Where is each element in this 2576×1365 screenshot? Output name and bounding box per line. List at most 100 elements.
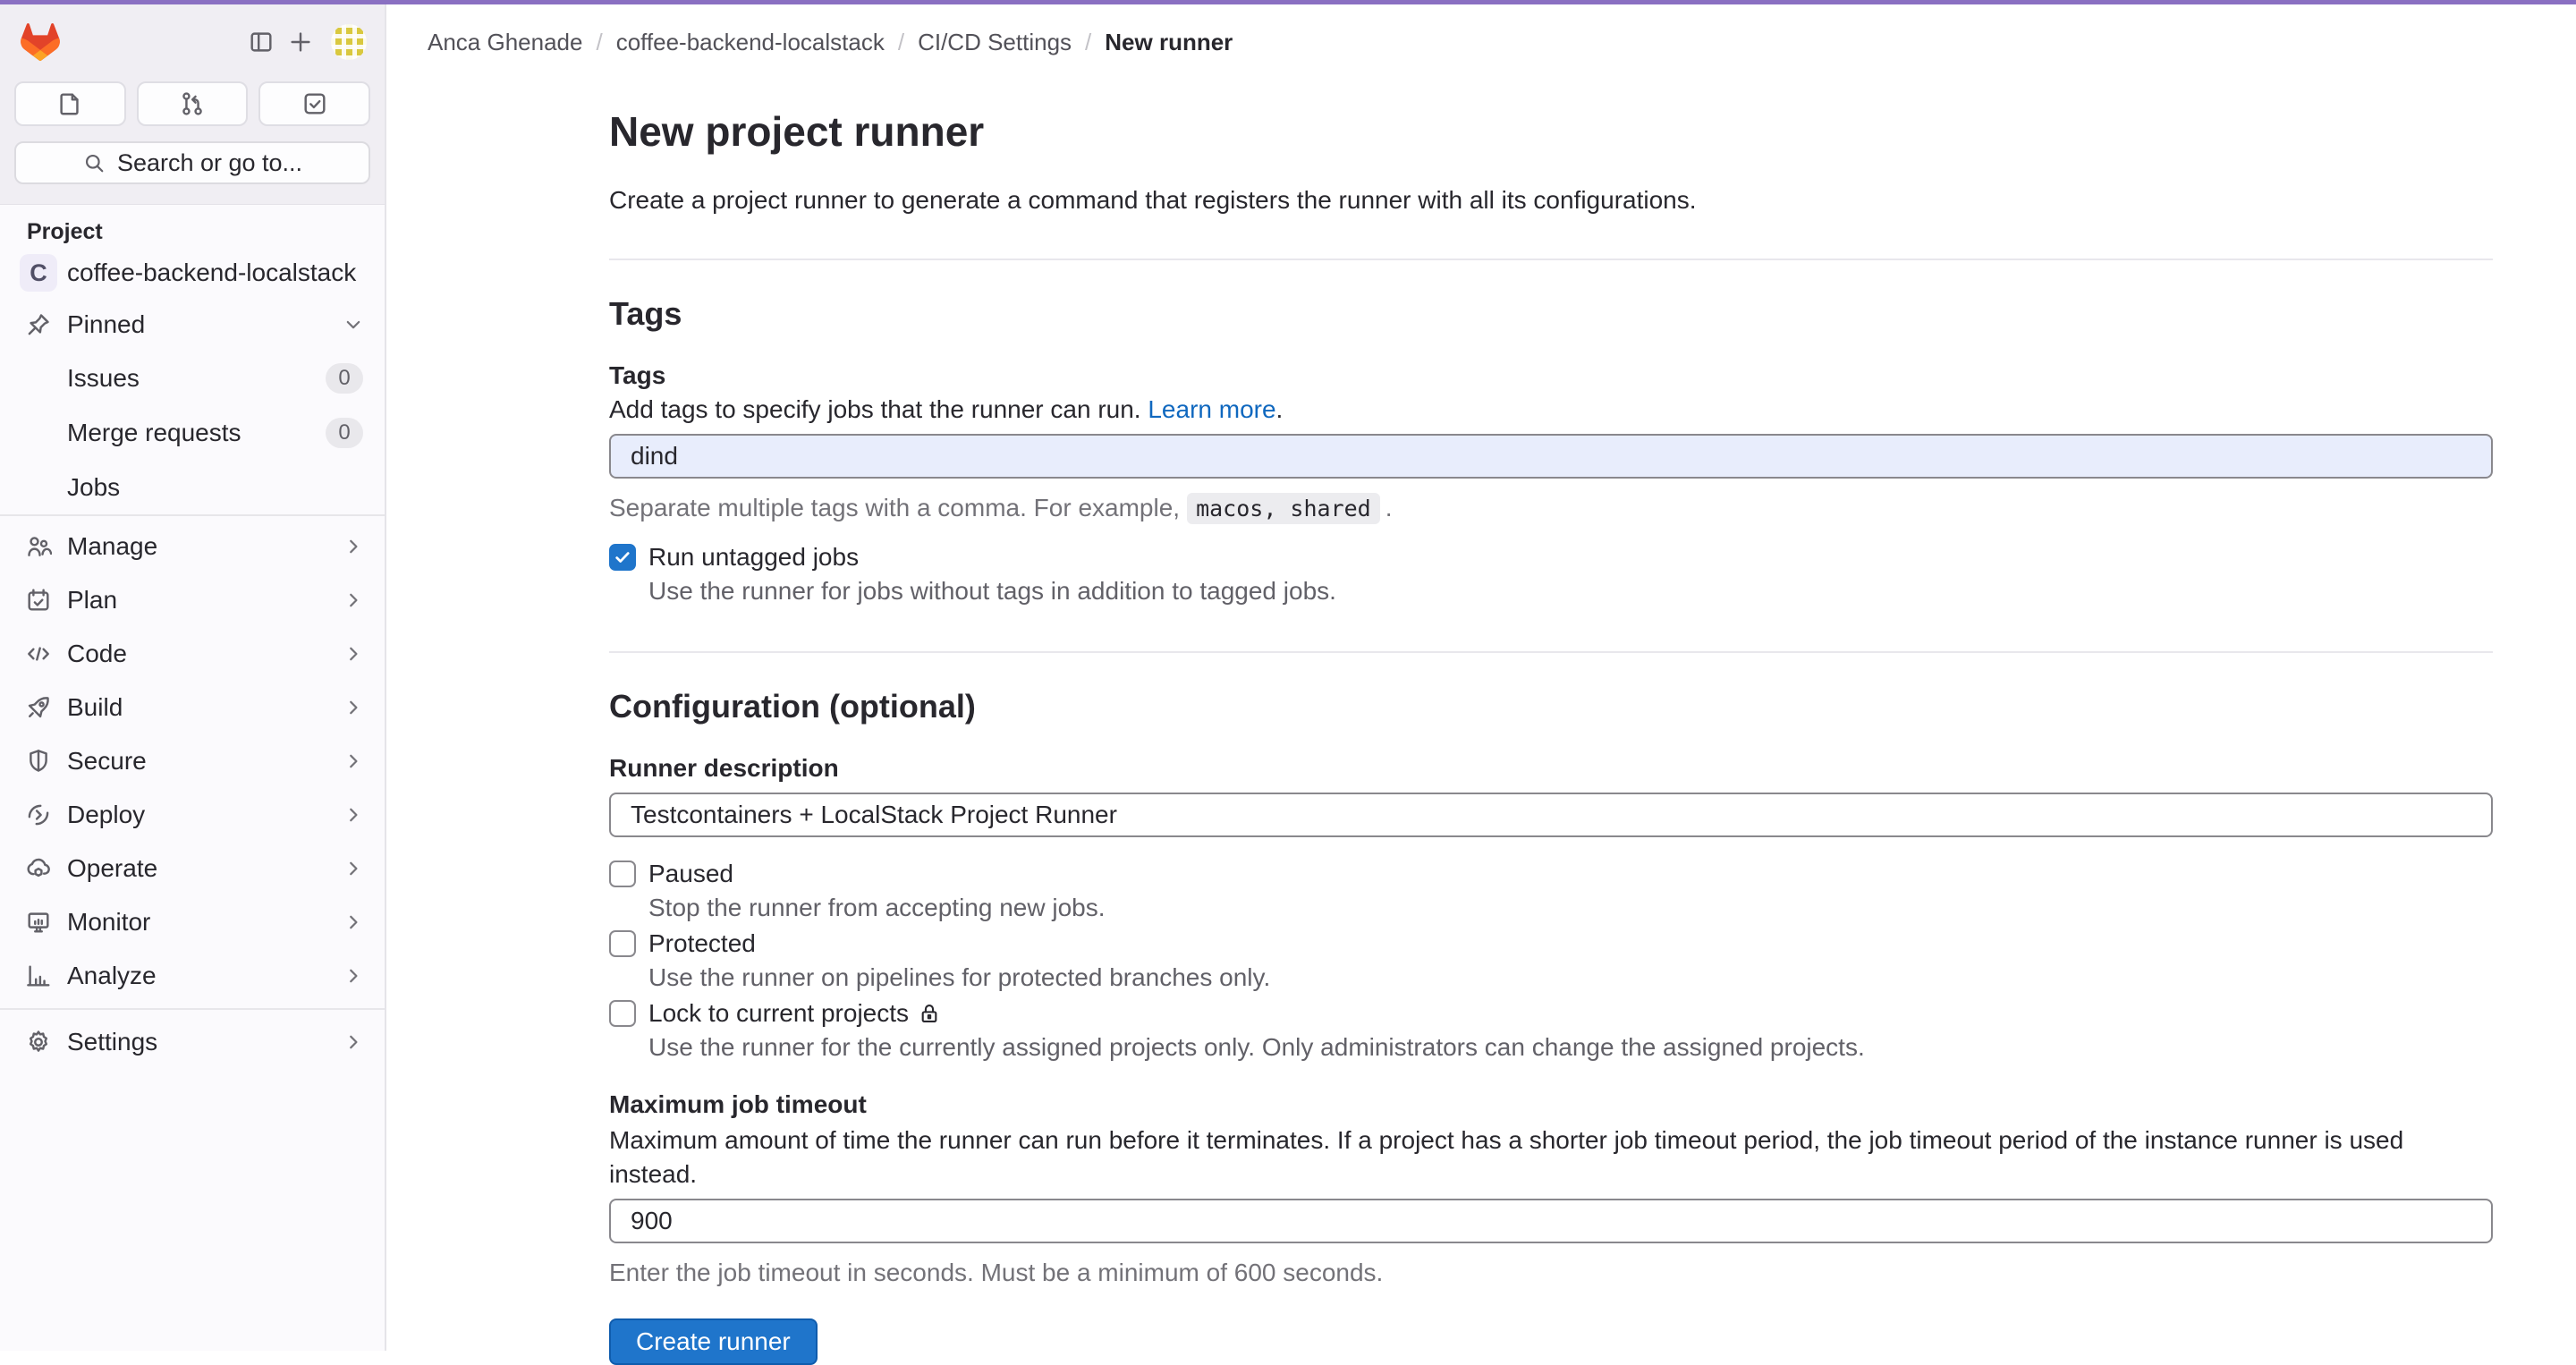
chevron-right-icon <box>343 966 363 986</box>
protected-checkbox-row: Protected <box>609 927 2493 961</box>
sidebar-item-jobs[interactable]: Jobs <box>0 460 385 514</box>
protected-label[interactable]: Protected <box>648 927 756 961</box>
issues-shortcut-button[interactable] <box>14 81 126 126</box>
gitlab-logo[interactable] <box>18 21 63 64</box>
chevron-right-icon <box>343 537 363 556</box>
paused-checkbox[interactable] <box>609 861 636 887</box>
chevron-right-icon <box>343 698 363 717</box>
sidebar-item-monitor[interactable]: Monitor <box>0 895 385 949</box>
tags-example-code: macos, shared <box>1187 493 1380 524</box>
merge-request-icon <box>179 90 206 117</box>
timeout-description: Maximum amount of time the runner can ru… <box>609 1123 2493 1191</box>
collapse-sidebar-icon[interactable] <box>242 22 281 62</box>
divider <box>609 259 2493 260</box>
super-sidebar: Search or go to... Project C coffee-back… <box>0 4 386 1351</box>
sidebar-item-label: Analyze <box>67 962 157 990</box>
sidebar-item-build[interactable]: Build <box>0 681 385 734</box>
paused-checkbox-row: Paused <box>609 857 2493 891</box>
sidebar-item-plan[interactable]: Plan <box>0 573 385 627</box>
plus-icon[interactable] <box>281 22 320 62</box>
divider <box>0 1008 385 1010</box>
breadcrumb-separator: / <box>898 29 904 56</box>
page-title: New project runner <box>609 105 2493 158</box>
lock-icon <box>918 1002 941 1025</box>
breadcrumb-current: New runner <box>1105 29 1233 56</box>
protected-checkbox[interactable] <box>609 930 636 957</box>
project-avatar: C <box>20 254 57 292</box>
sidebar-item-analyze[interactable]: Analyze <box>0 949 385 1003</box>
timeout-input[interactable] <box>609 1199 2493 1243</box>
main-content: Anca Ghenade / coffee-backend-localstack… <box>388 4 2576 1351</box>
todo-done-icon <box>301 90 328 117</box>
runner-description-input[interactable] <box>609 793 2493 837</box>
paused-description: Stop the runner from accepting new jobs. <box>648 891 2493 925</box>
search-input[interactable]: Search or go to... <box>14 141 370 184</box>
merge-requests-shortcut-button[interactable] <box>137 81 249 126</box>
chevron-right-icon <box>343 912 363 932</box>
sidebar-item-settings[interactable]: Settings <box>0 1015 385 1069</box>
sidebar-item-label: Plan <box>67 586 117 615</box>
run-untagged-label[interactable]: Run untagged jobs <box>648 540 859 574</box>
code-icon <box>20 640 57 667</box>
users-icon <box>20 533 57 560</box>
sidebar-header: Search or go to... <box>0 4 385 205</box>
breadcrumb-link-project[interactable]: coffee-backend-localstack <box>616 29 885 56</box>
sidebar-item-code[interactable]: Code <box>0 627 385 681</box>
tags-help-text: Add tags to specify jobs that the runner… <box>609 393 2493 427</box>
tags-hint: Separate multiple tags with a comma. For… <box>609 491 2493 526</box>
breadcrumb-link-cicd-settings[interactable]: CI/CD Settings <box>918 29 1072 56</box>
sidebar-item-label: Secure <box>67 747 147 776</box>
lock-description: Use the runner for the currently assigne… <box>648 1030 2493 1064</box>
chevron-right-icon <box>343 805 363 825</box>
sidebar-item-project[interactable]: C coffee-backend-localstack <box>0 247 385 299</box>
chevron-down-icon <box>343 315 363 335</box>
tags-input[interactable] <box>609 434 2493 479</box>
user-avatar[interactable] <box>331 24 367 60</box>
issues-count-badge: 0 <box>326 363 363 394</box>
timeout-hint: Enter the job timeout in seconds. Must b… <box>609 1256 2493 1290</box>
protected-description: Use the runner on pipelines for protecte… <box>648 961 2493 995</box>
cloud-pod-icon <box>20 855 57 882</box>
sidebar-item-pinned[interactable]: Pinned <box>0 299 385 351</box>
run-untagged-checkbox-row: Run untagged jobs <box>609 540 2493 574</box>
monitor-icon <box>20 909 57 936</box>
lock-checkbox[interactable] <box>609 1000 636 1027</box>
sidebar-item-operate[interactable]: Operate <box>0 842 385 895</box>
learn-more-link[interactable]: Learn more <box>1148 395 1275 423</box>
run-untagged-checkbox[interactable] <box>609 544 636 571</box>
paused-label[interactable]: Paused <box>648 857 733 891</box>
calendar-icon <box>20 587 57 614</box>
sidebar-section-label: Project <box>27 219 385 245</box>
tags-field-label: Tags <box>609 359 2493 393</box>
todos-shortcut-button[interactable] <box>258 81 370 126</box>
configuration-section-heading: Configuration (optional) <box>609 685 2493 728</box>
chevron-right-icon <box>343 751 363 771</box>
lock-checkbox-row: Lock to current projects <box>609 996 2493 1030</box>
sidebar-item-label: Deploy <box>67 801 145 829</box>
sidebar-item-label: Merge requests <box>67 419 242 447</box>
sidebar-item-label: Code <box>67 640 127 668</box>
sidebar-item-merge-requests[interactable]: Merge requests 0 <box>0 405 385 460</box>
issues-document-icon <box>56 90 83 117</box>
sidebar-item-secure[interactable]: Secure <box>0 734 385 788</box>
sidebar-item-issues[interactable]: Issues 0 <box>0 351 385 405</box>
divider <box>0 514 385 516</box>
sidebar-nav: Project C coffee-backend-localstack Pinn… <box>0 219 385 1069</box>
create-runner-button[interactable]: Create runner <box>609 1318 818 1365</box>
run-untagged-description: Use the runner for jobs without tags in … <box>648 574 2493 608</box>
lock-label[interactable]: Lock to current projects <box>648 996 941 1030</box>
deploy-icon <box>20 801 57 828</box>
sidebar-item-label: Pinned <box>67 310 145 339</box>
sidebar-item-label: Monitor <box>67 908 150 937</box>
timeout-label: Maximum job timeout <box>609 1088 2493 1122</box>
search-icon <box>82 151 106 175</box>
sidebar-item-label: Issues <box>67 364 140 393</box>
sidebar-item-deploy[interactable]: Deploy <box>0 788 385 842</box>
rocket-icon <box>20 694 57 721</box>
chevron-right-icon <box>343 1032 363 1052</box>
sidebar-item-label: Build <box>67 693 123 722</box>
breadcrumb-link-user[interactable]: Anca Ghenade <box>428 29 582 56</box>
breadcrumb: Anca Ghenade / coffee-backend-localstack… <box>388 4 2576 80</box>
breadcrumb-separator: / <box>1085 29 1091 56</box>
sidebar-item-manage[interactable]: Manage <box>0 520 385 573</box>
